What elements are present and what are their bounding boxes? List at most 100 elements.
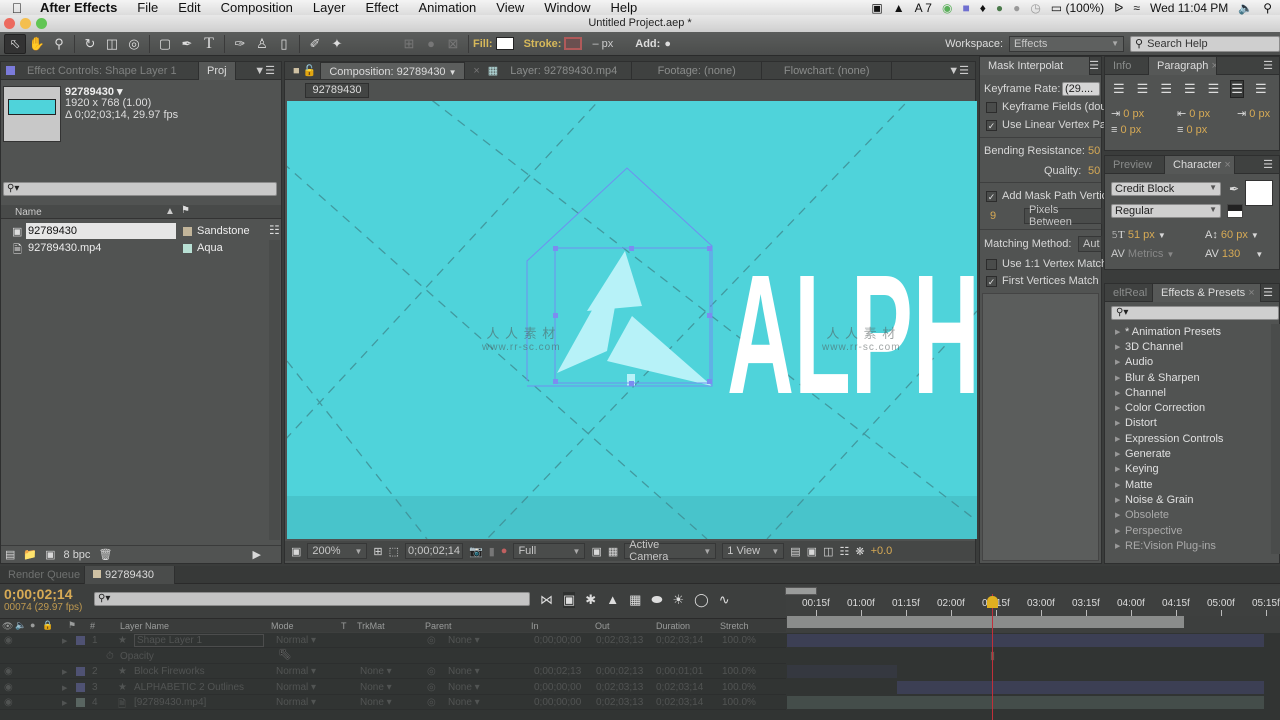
panel-menu-icon[interactable]: ☰ — [1263, 158, 1273, 171]
roto-brush-tool-icon[interactable]: ✐ — [304, 34, 326, 54]
expand-triangle-icon[interactable]: ▶ — [1115, 465, 1125, 473]
layer-duration[interactable]: 0;02;03;14 — [656, 697, 703, 708]
effects-category-item[interactable]: ▶ Generate — [1105, 446, 1270, 461]
tracking-value[interactable]: 130 — [1222, 248, 1240, 260]
column-mode[interactable]: Mode — [271, 621, 294, 631]
indent-right-value[interactable]: 0 px — [1189, 108, 1210, 120]
menu-composition[interactable]: Composition — [211, 0, 303, 15]
lock-toggle-icon[interactable]: 🔓 — [303, 64, 317, 77]
fill-label[interactable]: Fill: — [473, 38, 493, 50]
label-tag-icon[interactable]: ⚑ — [181, 205, 190, 216]
minimize-window-button[interactable] — [20, 18, 31, 29]
track-matte-dropdown[interactable]: None ▾ — [360, 682, 392, 693]
view-axis-icon[interactable]: ⊠ — [442, 34, 464, 54]
pickwhip-icon[interactable]: ◎ — [427, 682, 436, 693]
effects-category-item[interactable]: ▶ Audio — [1105, 355, 1270, 370]
quality-value[interactable]: 50 — [1088, 165, 1100, 177]
tab-mask-interpolation[interactable]: Mask Interpolat — [980, 56, 1090, 75]
new-folder-icon[interactable]: 📁 — [23, 548, 37, 561]
panel-menu-icon[interactable]: ▼☰ — [948, 64, 969, 77]
graph-editor-icon[interactable]: ∿ — [719, 592, 730, 608]
layer-duration[interactable]: 0;02;03;14 — [656, 682, 703, 693]
live-update-icon[interactable]: ▣ — [563, 592, 576, 608]
expand-triangle-icon[interactable]: ▶ — [1115, 511, 1125, 519]
layer-duration-bar[interactable] — [787, 696, 1264, 709]
column-trkmat[interactable]: TrkMat — [357, 621, 385, 631]
font-family-dropdown[interactable]: Credit Block ▼ — [1111, 182, 1221, 196]
expand-triangle-icon[interactable]: ▶ — [1115, 389, 1125, 397]
visibility-toggle-icon[interactable]: ◉ — [4, 697, 13, 708]
stopwatch-icon[interactable]: ⏱ — [106, 651, 114, 662]
align-center-icon[interactable]: ☰ — [1137, 81, 1149, 97]
composition-viewer-canvas[interactable]: ALPHA 人 人 素 材www.rr-sc.com 人 人 素 材www.rr… — [287, 101, 977, 539]
layer-duration-bar[interactable] — [787, 634, 1264, 647]
tab-flowchart[interactable]: Flowchart: (none) — [762, 61, 893, 80]
layer-row[interactable]: ◉ ▶ 1 ★ Shape Layer 1 Normal ▾ ◎ None ▾ 0;00;00;… — [0, 633, 786, 648]
expand-triangle-icon[interactable]: ▶ — [1115, 496, 1125, 504]
checkbox[interactable]: ✓ — [986, 275, 997, 287]
layer-label-color[interactable] — [76, 698, 85, 707]
new-comp-icon[interactable]: ▣ — [45, 548, 55, 561]
sync-icon[interactable]: ◉ — [942, 1, 952, 15]
pixels-between-dropdown[interactable]: Pixels Between — [1024, 204, 1102, 228]
layer-duration[interactable]: 0;00;01;01 — [656, 666, 703, 677]
layer-in-point[interactable]: 0;00;02;13 — [534, 666, 581, 677]
rectangle-tool-icon[interactable]: ▢ — [154, 34, 176, 54]
lock-icon[interactable]: ■ — [293, 65, 300, 77]
solo-icon[interactable]: ● — [30, 620, 35, 630]
indent-left[interactable]: ⇥ 0 px — [1111, 107, 1144, 120]
project-search-input[interactable]: ⚲▾ — [3, 182, 277, 196]
track-matte-dropdown[interactable]: None ▾ — [360, 666, 392, 677]
fill-color-swatch[interactable] — [1245, 180, 1273, 206]
tab-info[interactable]: Info — [1105, 56, 1149, 75]
channel-icon[interactable]: ● — [501, 545, 508, 557]
tab-character[interactable]: Character × — [1165, 155, 1235, 174]
tab-effects-presets[interactable]: Effects & Presets × — [1153, 283, 1261, 302]
effects-category-item[interactable]: ▶ RE:Vision Plug-ins — [1105, 538, 1270, 553]
panel-menu-icon[interactable]: ☰ — [1089, 59, 1099, 72]
hide-shy-layers-icon[interactable]: ▲ — [606, 592, 619, 608]
layer-out-point[interactable]: 0;02;03;13 — [596, 682, 643, 693]
layer-in-point[interactable]: 0;00;00;00 — [534, 697, 581, 708]
expand-layer-icon[interactable]: ▶ — [62, 699, 67, 707]
current-time-field[interactable]: 0;00;02;14 — [405, 543, 464, 559]
brainstorm-icon[interactable]: ☀ — [672, 592, 684, 608]
effects-category-item[interactable]: ▶ Blur & Sharpen — [1105, 370, 1270, 385]
tab-paragraph[interactable]: Paragraph × — [1149, 56, 1217, 75]
toggle-pixel-aspect-icon[interactable]: ▤ — [790, 545, 800, 558]
parent-dropdown[interactable]: None ▾ — [448, 682, 480, 693]
effects-category-item[interactable]: ▶ Color Correction — [1105, 400, 1270, 415]
time-ruler[interactable]: 00:15f01:00f01:15f02:00f02:15f03:00f03:1… — [786, 586, 1280, 616]
layer-stretch[interactable]: 100.0% — [722, 635, 756, 646]
search-help-input[interactable]: ⚲ Search Help — [1130, 35, 1280, 52]
color-depth-toggle[interactable]: 8 bpc — [64, 549, 91, 561]
frame-blending-icon[interactable]: ▦ — [629, 592, 641, 608]
justify-right-icon[interactable]: ☰ — [1230, 80, 1244, 98]
tab-timeline-comp[interactable]: 92789430 — [85, 565, 175, 584]
fit-icon[interactable]: ⊞ — [373, 545, 382, 558]
expand-triangle-icon[interactable]: ▶ — [1115, 450, 1125, 458]
zoom-window-button[interactable] — [36, 18, 47, 29]
parent-dropdown[interactable]: None ▾ — [448, 697, 480, 708]
black-white-swatch[interactable] — [1227, 204, 1243, 218]
pen-tool-icon[interactable]: ✒ — [176, 34, 198, 54]
expand-layer-icon[interactable]: ▶ — [62, 637, 67, 645]
tab-preview[interactable]: Preview — [1105, 155, 1165, 174]
layer-row[interactable]: ◉ ▶ 2 ★ Block Fireworks Normal ▾ None ▾ ◎ None ▾… — [0, 664, 786, 679]
font-style-dropdown[interactable]: Regular ▼ — [1111, 204, 1221, 218]
column-in[interactable]: In — [531, 621, 539, 631]
effects-category-item[interactable]: ▶ Keying — [1105, 462, 1270, 477]
timeline-current-time[interactable]: 0;00;02;14 — [4, 586, 73, 602]
kerning[interactable]: AV Metrics ▼ — [1111, 248, 1174, 260]
layer-mode-dropdown[interactable]: Normal ▾ — [276, 666, 316, 677]
evernote-icon[interactable]: ♦ — [980, 1, 986, 15]
hand-tool-icon[interactable]: ✋ — [26, 34, 48, 54]
layer-duration[interactable]: 0;02;03;14 — [656, 635, 703, 646]
pickwhip-icon[interactable]: ◎ — [427, 666, 436, 677]
effects-category-item[interactable]: ▶ Distort — [1105, 416, 1270, 431]
layer-stretch[interactable]: 100.0% — [722, 697, 756, 708]
column-parent[interactable]: Parent — [425, 621, 452, 631]
fill-swatch[interactable] — [495, 37, 514, 50]
effects-category-item[interactable]: ▶ Expression Controls — [1105, 431, 1270, 446]
tab-project[interactable]: Proj — [199, 61, 236, 80]
